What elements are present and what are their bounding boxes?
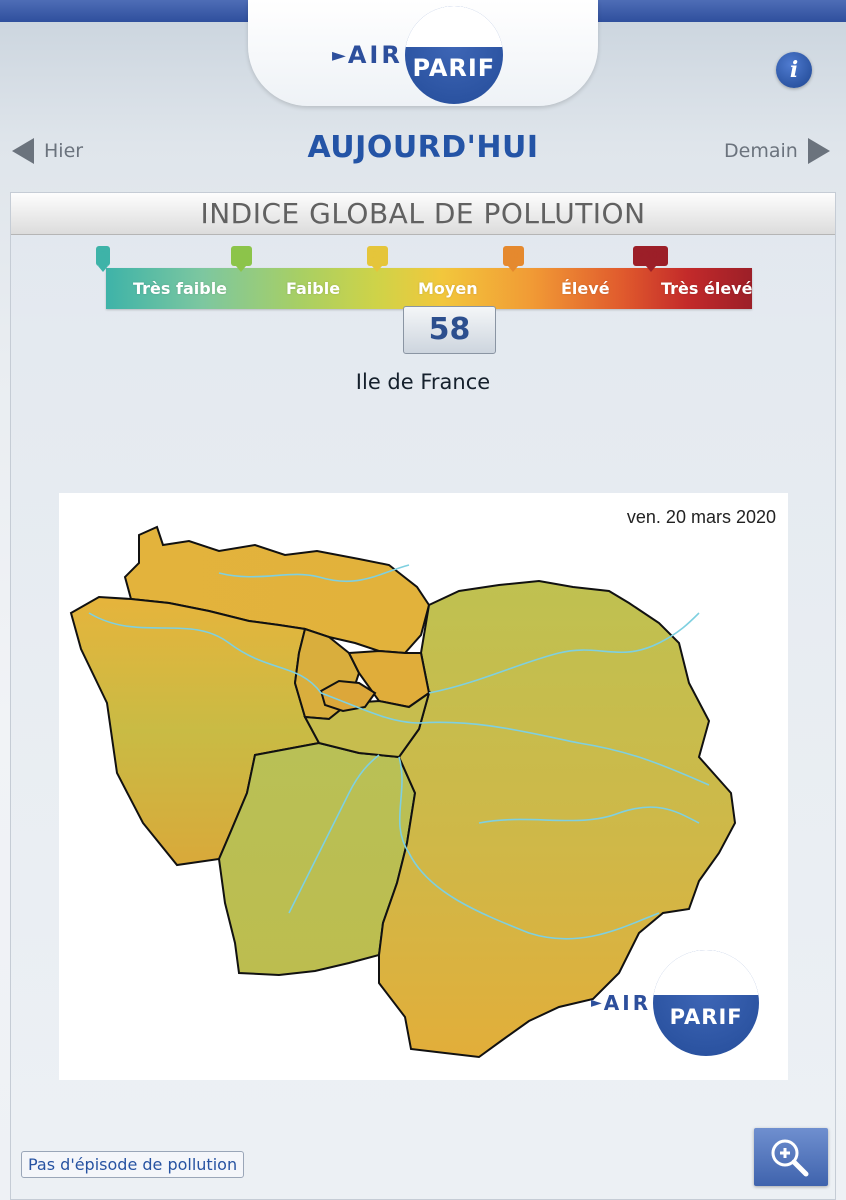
- map-logo-parif-text: PARIF: [669, 1005, 743, 1029]
- map-logo-arrow-icon: ►: [591, 995, 602, 1011]
- zoom-button[interactable]: [754, 1128, 828, 1186]
- pollution-index-value: 58: [403, 306, 496, 354]
- region-name: Ile de France: [355, 370, 491, 394]
- scale-marker-100: >100: [633, 246, 669, 272]
- scale-marker-25: 25: [231, 246, 252, 272]
- pollution-episode-status[interactable]: Pas d'épisode de pollution: [21, 1151, 245, 1178]
- next-day-button[interactable]: Demain: [724, 138, 830, 164]
- scale-label-tres-eleve: Très élevé: [661, 279, 753, 298]
- info-icon[interactable]: i: [776, 52, 812, 88]
- map-airparif-logo: ► AIR PARIF: [591, 950, 760, 1056]
- scale-label-tres-faible: Très faible: [133, 279, 228, 298]
- panel-title: INDICE GLOBAL DE POLLUTION: [11, 193, 835, 235]
- current-day-title: AUJOURD'HUI: [307, 130, 539, 165]
- arrow-right-icon: [807, 138, 830, 164]
- map-logo-disc: PARIF: [653, 950, 760, 1056]
- logo-disc: PARIF: [404, 6, 503, 104]
- map-logo-air-text: AIR: [603, 991, 652, 1015]
- logo-air-text: AIR: [347, 41, 403, 69]
- scale-label-eleve: Élevé: [561, 279, 610, 298]
- scale-label-moyen: Moyen: [418, 279, 478, 298]
- scale-label-faible: Faible: [286, 279, 341, 298]
- scale-marker-0: 0: [96, 246, 111, 272]
- pollution-map[interactable]: ven. 20 mars 2020 ► AIR PARIF: [59, 493, 788, 1080]
- top-band-left: [0, 0, 258, 22]
- zoom-in-icon: [771, 1139, 809, 1177]
- scale-marker-75: 75: [503, 246, 524, 272]
- logo-parif-text: PARIF: [412, 54, 496, 82]
- top-band-right: [588, 0, 846, 22]
- map-date: ven. 20 mars 2020: [626, 507, 776, 527]
- next-day-label: Demain: [724, 140, 798, 162]
- scale-marker-50: 50: [367, 246, 388, 272]
- airparif-logo: ► AIR PARIF: [332, 6, 503, 104]
- logo-arrow-icon: ►: [332, 44, 346, 66]
